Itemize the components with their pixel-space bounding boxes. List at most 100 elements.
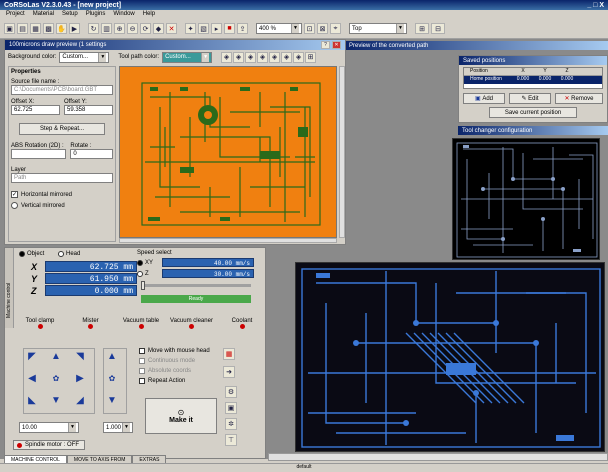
xy-step-select[interactable]: 10.00 ▼ [19,422,79,433]
workspace-hscroll[interactable] [268,453,608,461]
zoom-fit-icon[interactable]: ⊡ [304,23,315,34]
hand-icon[interactable]: ✋ [56,23,67,34]
add-position-button[interactable]: ▣ Add [463,93,505,104]
jog-left-icon[interactable]: ◀ [24,371,40,385]
offset-x-field[interactable]: 62.725 [11,105,60,115]
pcb-main-view[interactable] [295,262,605,452]
rotate-field[interactable]: 0 [70,149,113,159]
preview-canvas[interactable] [119,66,337,238]
play-icon[interactable]: ▶ [69,23,80,34]
menu-plugins[interactable]: Plugins [86,11,106,18]
vertical-mirror-radio[interactable] [11,202,18,209]
jog-se-icon[interactable]: ◢ [72,393,88,407]
menu-project[interactable]: Project [6,11,25,18]
repeat-action-checkbox[interactable] [139,378,145,384]
wrench-icon[interactable]: ⚙ [225,386,237,398]
arrow-tool-icon[interactable]: ➜ [223,366,235,378]
window-controls[interactable]: _ □ X [587,2,604,9]
vertical-mirror-row[interactable]: Vertical mirrored [11,202,113,209]
menu-help[interactable]: Help [143,11,155,18]
cycle-icon[interactable]: ↻ [88,23,99,34]
zoom-select[interactable]: 400 % ▼ [256,23,302,34]
jog-right-icon[interactable]: ▶ [72,371,88,385]
image-tool-icon[interactable]: ▣ [225,402,237,414]
jog-up-icon[interactable]: ▲ [48,349,64,363]
toolpath-color-select[interactable]: Custom... ▼ [162,51,213,63]
step-repeat-button[interactable]: Step & Repeat... [19,123,105,135]
image-icon[interactable]: ▧ [198,23,209,34]
head-radio[interactable]: Head [58,251,80,257]
speed-z-field[interactable]: 30.00 mm/s [162,269,254,278]
make-it-button[interactable]: ⊙ Make it [145,398,217,434]
stop-icon[interactable]: ■ [224,23,235,34]
menu-setup[interactable]: Setup [62,11,78,18]
jog-down-icon[interactable]: ▼ [48,393,64,407]
view-mode-select[interactable]: Top ▼ [349,23,407,34]
drill-icon[interactable]: ⊤ [225,434,237,446]
horizontal-mirror-checkbox[interactable]: ✓ [11,191,18,198]
view-preset-5-icon[interactable]: ◈ [269,51,281,63]
speed-xy-field[interactable]: 40.00 mm/s [162,258,254,267]
preview-vscroll[interactable] [339,66,345,238]
export-icon[interactable]: ⇪ [237,23,248,34]
jog-z-down-icon[interactable]: ▼ [104,393,120,407]
continuous-mode-row[interactable]: Continuous mode [139,358,219,364]
indicator-vacuum-cleaner[interactable]: Vacuum cleaner [169,318,215,331]
toolbar-btn-b[interactable]: ⊟ [431,23,445,34]
move-with-mouse-checkbox[interactable] [139,348,145,354]
jog-nw-icon[interactable]: ◤ [24,349,40,363]
view-preset-7-icon[interactable]: ◈ [293,51,305,63]
table-row[interactable]: Home position 0.000 0.000 0.000 [464,76,602,84]
menu-material[interactable]: Material [33,11,54,18]
rotate-icon[interactable]: ⟳ [140,23,151,34]
remove-position-button[interactable]: ✕ Remove [555,93,603,104]
jog-sw-icon[interactable]: ◣ [24,393,40,407]
repeat-action-row[interactable]: Repeat Action [139,378,219,384]
diamond-icon[interactable]: ◆ [153,23,164,34]
z-step-select[interactable]: 1.000 ▼ [103,422,133,433]
measure-icon[interactable]: ⌖ [330,23,341,34]
gear-icon[interactable]: ✲ [225,418,237,430]
layer-field[interactable]: Path [11,173,113,183]
menu-window[interactable]: Window [113,11,134,18]
toolbar-btn-a[interactable]: ⊞ [415,23,429,34]
bg-color-select[interactable]: Custom... ▼ [59,51,110,63]
view-preset-2-icon[interactable]: ◈ [233,51,245,63]
view-preset-8-icon[interactable]: ⊞ [305,51,317,63]
view-preset-6-icon[interactable]: ◈ [281,51,293,63]
zoom-area-icon[interactable]: ⊠ [317,23,328,34]
grid-icon[interactable]: ▩ [43,23,54,34]
continuous-mode-checkbox[interactable] [139,358,145,364]
save-current-position-button[interactable]: Save current position [489,107,577,118]
abs-rotation-field[interactable] [11,149,67,159]
pcb-top-view[interactable] [452,138,600,260]
new-icon[interactable]: ▣ [4,23,15,34]
jog-z-home-icon[interactable]: ✿ [104,371,120,385]
dialog-help-icon[interactable]: ? [321,41,330,49]
source-field[interactable]: C:\Documents\PCB\board.GBT [11,85,113,95]
layers-icon[interactable]: ▥ [101,23,112,34]
view-preset-4-icon[interactable]: ◈ [257,51,269,63]
open-icon[interactable]: ▤ [17,23,28,34]
delete-icon[interactable]: ✕ [166,23,177,34]
jog-ne-icon[interactable]: ◥ [72,349,88,363]
tool-icon[interactable]: ✦ [185,23,196,34]
horizontal-mirror-row[interactable]: ✓ Horizontal mirrored [11,191,113,198]
abs-coords-checkbox[interactable] [139,368,145,374]
save-icon[interactable]: ▦ [30,23,41,34]
machine-side-tab[interactable]: Machine control [5,248,14,328]
zoom-out-icon[interactable]: ⊖ [127,23,138,34]
indicator-vacuum-table[interactable]: Vacuum table [118,318,164,331]
view-preset-1-icon[interactable]: ◈ [221,51,233,63]
grid-red-icon[interactable]: ▦ [223,348,235,360]
preview-hscroll[interactable] [119,238,337,243]
speed-xy-radio[interactable]: XY [137,259,159,266]
move-with-mouse-row[interactable]: Move with mouse head [139,348,219,354]
indicator-tool-clamp[interactable]: Tool clamp [17,318,63,331]
indicator-coolant[interactable]: Coolant [219,318,265,331]
speed-slider-thumb[interactable] [141,281,145,290]
jog-z-up-icon[interactable]: ▲ [104,349,120,363]
speed-slider[interactable] [141,281,251,290]
abs-coords-row[interactable]: Absolute coords [139,368,219,374]
speed-z-radio[interactable]: Z [137,270,159,277]
